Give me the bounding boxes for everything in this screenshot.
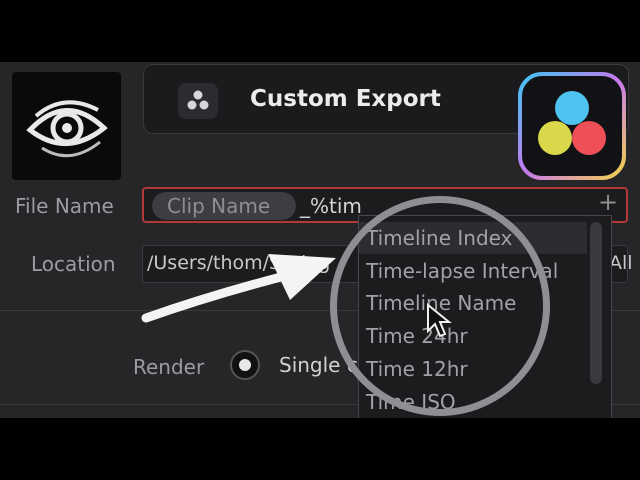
letterbox-bottom xyxy=(0,418,640,480)
dropdown-item-timeline-index[interactable]: Timeline Index xyxy=(366,226,512,250)
add-token-button[interactable]: + xyxy=(598,188,618,216)
dropdown-item-time-lapse-interval[interactable]: Time-lapse Interval xyxy=(366,259,558,283)
file-name-typed-text: _%tim xyxy=(300,194,362,218)
file-name-label: File Name xyxy=(15,194,114,218)
preset-title: Custom Export xyxy=(250,86,441,112)
dropdown-item-time-iso[interactable]: Time ISO xyxy=(366,390,456,414)
mouse-cursor-icon xyxy=(427,303,452,338)
clip-name-token-label: Clip Name xyxy=(167,194,271,218)
browse-button[interactable]: All xyxy=(609,252,633,274)
dropdown-item-time-24hr[interactable]: Time 24hr xyxy=(366,324,468,348)
channel-logo xyxy=(12,72,121,180)
location-label: Location xyxy=(31,252,116,276)
dropdown-scrollbar[interactable] xyxy=(590,222,602,384)
davinci-resolve-logo-icon xyxy=(518,72,626,180)
single-clip-option-label: Single c xyxy=(279,353,358,377)
dropdown-item-time-12hr[interactable]: Time 12hr xyxy=(366,357,468,381)
pointer-arrow-icon xyxy=(141,254,336,323)
preset-icon xyxy=(178,83,218,119)
single-clip-radio[interactable] xyxy=(232,352,258,378)
render-label: Render xyxy=(133,355,205,379)
